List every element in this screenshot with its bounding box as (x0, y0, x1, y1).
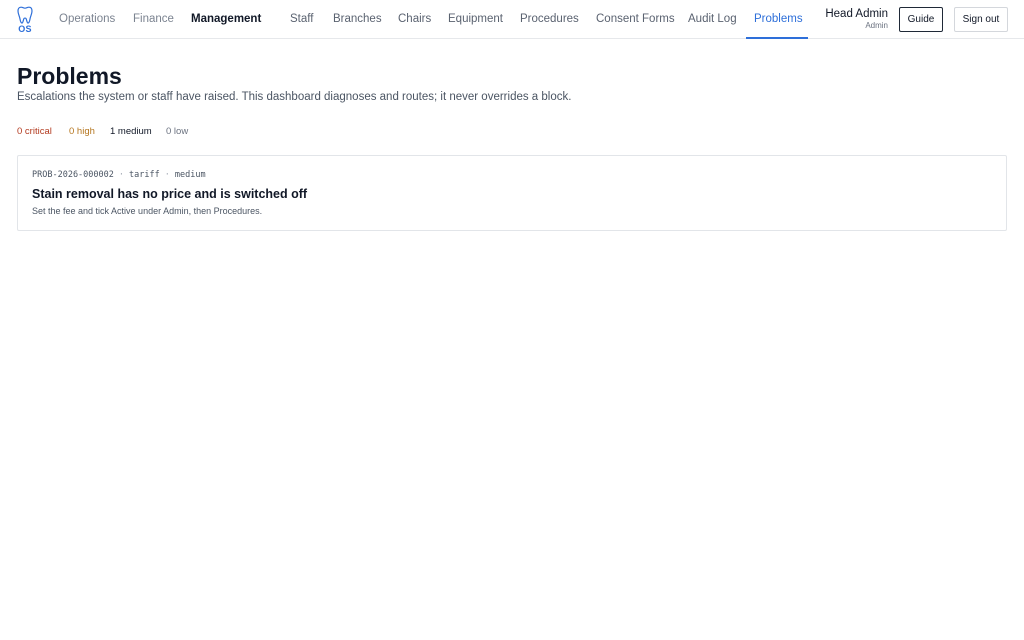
problem-severity: medium (174, 170, 206, 180)
tab-problems[interactable]: Problems (754, 0, 803, 39)
problem-id: PROB-2026-000002 (32, 170, 114, 180)
tooth-icon (17, 6, 33, 24)
app-logo[interactable]: OS (16, 6, 34, 34)
tab-chairs[interactable]: Chairs (398, 0, 431, 39)
sign-out-button[interactable]: Sign out (954, 7, 1008, 32)
user-info: Head Admin Admin (825, 8, 888, 30)
logo-text: OS (18, 24, 32, 34)
page-subtitle: Escalations the system or staff have rai… (17, 91, 572, 103)
high-count: 0 high (69, 126, 95, 137)
nav-section-management[interactable]: Management (191, 0, 261, 39)
page-title: Problems (17, 63, 122, 89)
guide-button[interactable]: Guide (899, 7, 943, 32)
meta-separator: · (164, 170, 170, 180)
critical-count: 0 critical (17, 126, 52, 137)
medium-count: 1 medium (110, 126, 152, 137)
tab-equipment[interactable]: Equipment (448, 0, 503, 39)
meta-separator: · (118, 170, 125, 180)
user-role: Admin (865, 21, 888, 30)
tab-audit-log[interactable]: Audit Log (688, 0, 737, 39)
tab-consent-forms[interactable]: Consent Forms (596, 0, 675, 39)
low-count: 0 low (166, 126, 189, 137)
active-tab-indicator (746, 37, 808, 39)
problem-category: tariff (129, 170, 160, 180)
user-name: Head Admin (825, 8, 888, 20)
tab-procedures[interactable]: Procedures (520, 0, 579, 39)
problem-title: Stain removal has no price and is switch… (32, 187, 308, 201)
tab-branches[interactable]: Branches (333, 0, 382, 39)
top-nav-bar: OS Operations Finance Management Staff B… (0, 0, 1024, 39)
problem-meta: PROB-2026-000002 · tariff · medium (32, 170, 206, 181)
problem-description: Set the fee and tick Active under Admin,… (32, 206, 263, 216)
problem-card[interactable]: PROB-2026-000002 · tariff · medium Stain rem… (17, 155, 1007, 231)
nav-section-finance[interactable]: Finance (133, 0, 174, 39)
tab-staff[interactable]: Staff (290, 0, 313, 39)
nav-section-operations[interactable]: Operations (59, 0, 115, 39)
